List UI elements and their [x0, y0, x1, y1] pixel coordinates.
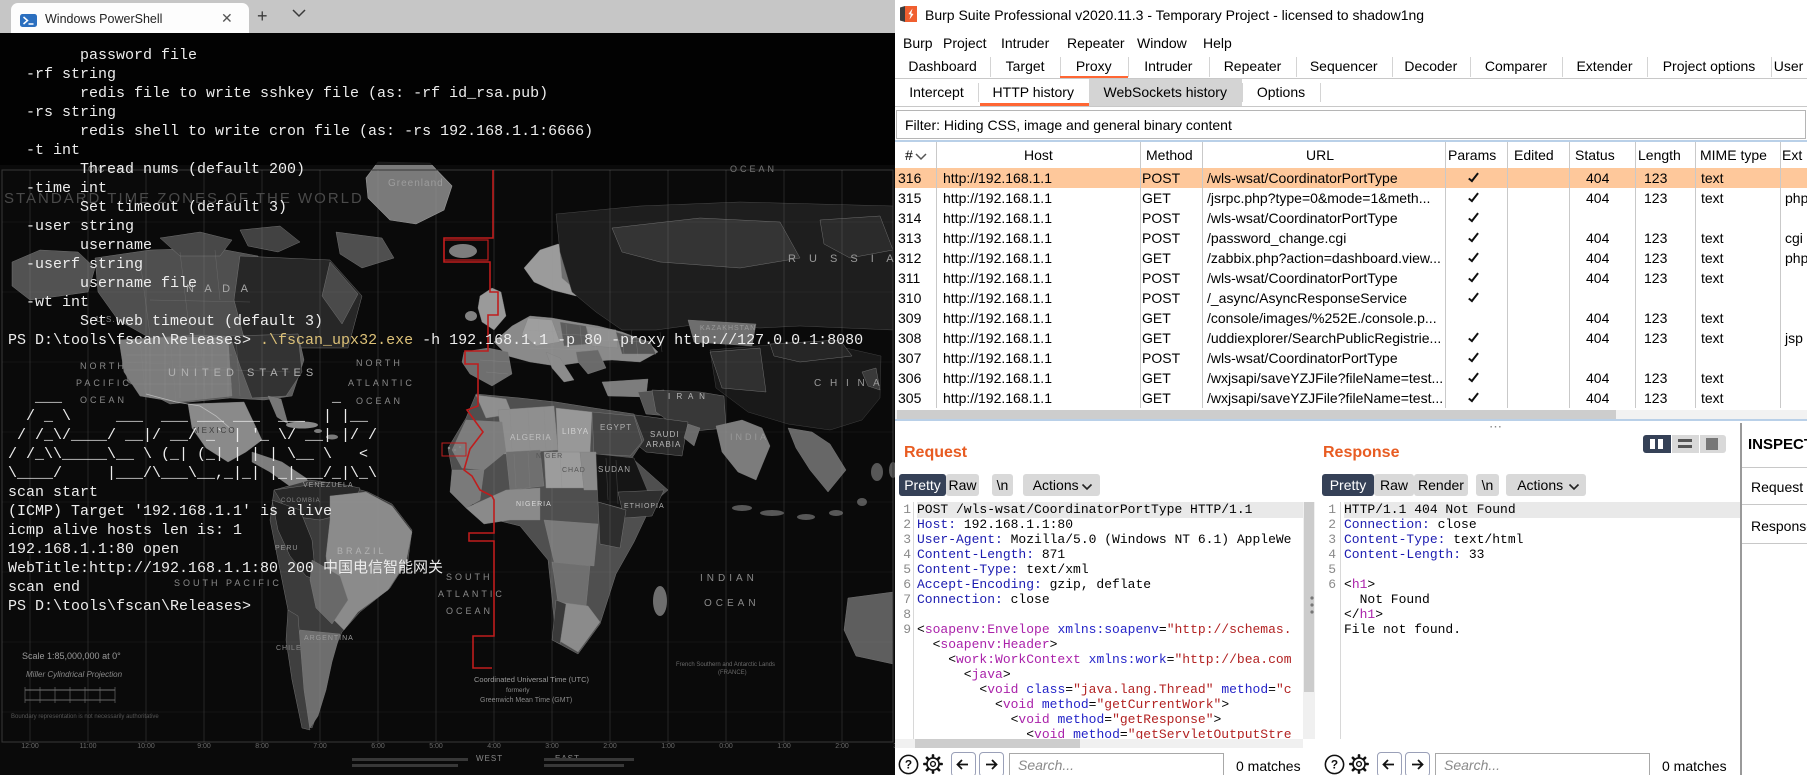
svg-text:French Southern and Antarctic: French Southern and Antarctic Lands	[676, 662, 775, 668]
svg-text:Coordinated Universal Time (UT: Coordinated Universal Time (UTC)	[474, 675, 590, 684]
svg-text:10:00: 10:00	[137, 743, 155, 750]
svg-text:2:00: 2:00	[835, 743, 849, 750]
svg-text:CHILE: CHILE	[276, 645, 302, 652]
svg-text:formerly: formerly	[506, 687, 530, 694]
svg-text:Boundary representation is not: Boundary representation is not necessari…	[11, 714, 159, 720]
svg-text:ARGENTINA: ARGENTINA	[304, 635, 354, 642]
svg-text:(FRANCE): (FRANCE)	[718, 670, 747, 676]
svg-text:Greenwich Mean Time (GMT): Greenwich Mean Time (GMT)	[480, 697, 572, 704]
svg-text:5:00: 5:00	[429, 743, 443, 750]
svg-text:8:00: 8:00	[255, 743, 269, 750]
svg-text:6:00: 6:00	[371, 743, 385, 750]
svg-text:1:00: 1:00	[777, 743, 791, 750]
svg-text:3:00: 3:00	[545, 743, 559, 750]
svg-text:11:00: 11:00	[80, 743, 97, 750]
svg-text:Scale 1:85,000,000 at 0°: Scale 1:85,000,000 at 0°	[22, 651, 121, 661]
svg-text:1:00: 1:00	[661, 743, 675, 750]
svg-text:12:00: 12:00	[21, 743, 39, 750]
svg-text:Miller Cylindrical Projection: Miller Cylindrical Projection	[26, 670, 123, 679]
svg-text:9:00: 9:00	[197, 743, 211, 750]
svg-text:WEST: WEST	[476, 754, 503, 763]
svg-text:?: ?	[1331, 758, 1338, 772]
svg-text:0:00: 0:00	[719, 743, 733, 750]
svg-text:?: ?	[905, 758, 912, 772]
svg-text:4:00: 4:00	[487, 743, 501, 750]
svg-text:2:00: 2:00	[603, 743, 617, 750]
svg-text:7:00: 7:00	[313, 743, 327, 750]
